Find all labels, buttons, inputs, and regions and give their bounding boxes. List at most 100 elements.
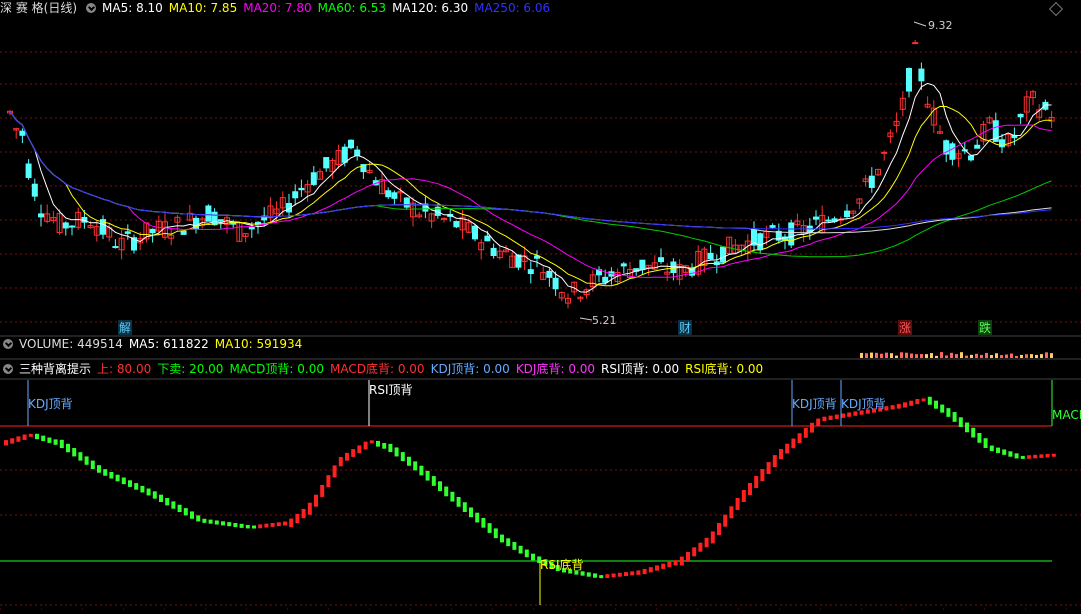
- ma250-line: [9, 111, 1052, 230]
- candle-body: [813, 216, 819, 220]
- indicator-bar: [834, 414, 839, 419]
- indicator-bar: [190, 511, 194, 519]
- indicator-bar: [307, 502, 312, 515]
- indicator-bar: [500, 534, 504, 543]
- volume-bar: [1040, 354, 1043, 358]
- indicator-bar: [989, 445, 994, 452]
- candle-body: [323, 157, 330, 169]
- stock-chart-canvas[interactable]: 9.32 5.21 解 财 涨 跌 KDJ顶背 RSI顶背 KDJ顶背 KDJ顶背 MACD RSI底…: [0, 0, 1081, 614]
- indicator-bar: [72, 448, 77, 457]
- ma5-line: [9, 82, 1052, 293]
- indicator-bar: [648, 567, 653, 573]
- candle-body: [217, 219, 224, 222]
- volume-bar: [925, 354, 928, 358]
- indicator-bar: [431, 476, 436, 486]
- volume-bar: [910, 353, 913, 358]
- volume-bar: [980, 354, 983, 358]
- indicator-bar: [264, 523, 269, 528]
- volume-bar: [935, 355, 938, 358]
- indicator-bar: [97, 465, 101, 473]
- candle-body: [310, 172, 317, 185]
- indicator-bar: [667, 561, 672, 568]
- candle-body: [62, 222, 69, 229]
- indicator-bar: [518, 545, 523, 554]
- indicator-bar: [400, 452, 405, 462]
- volume-bar: [1010, 353, 1013, 358]
- candle-body: [881, 151, 888, 154]
- indicator-bar: [369, 440, 374, 444]
- indicator-bar: [41, 435, 46, 442]
- indicator-bar: [183, 508, 188, 516]
- volume-bar: [955, 354, 958, 358]
- indicator-bar: [692, 547, 697, 557]
- indicator-bar: [332, 465, 337, 478]
- indicator-bar: [388, 443, 393, 453]
- indicator-bar: [729, 506, 734, 519]
- candle-body: [354, 149, 361, 156]
- candle-body: [1042, 101, 1049, 110]
- candle-body: [472, 225, 478, 240]
- indicator-bar: [679, 556, 684, 566]
- volume-bar: [970, 354, 973, 358]
- candle-body: [25, 163, 32, 178]
- indicator-bar: [320, 484, 325, 497]
- candle-body: [912, 42, 919, 45]
- indicator-bar: [233, 522, 238, 528]
- volume-bar: [865, 353, 868, 358]
- indicator-bar: [289, 518, 294, 528]
- indicator-bar: [159, 494, 163, 503]
- volume-bar: [860, 352, 863, 358]
- indicator-bar: [952, 412, 957, 422]
- indicator-bar: [847, 412, 852, 417]
- volume-bar: [1045, 352, 1048, 358]
- indicator-bar: [704, 537, 709, 548]
- indicator-bar: [363, 441, 368, 450]
- volume-bar: [975, 353, 978, 358]
- candle-body: [844, 210, 850, 218]
- ma120-line: [9, 111, 1052, 234]
- indicator-bar: [841, 413, 845, 418]
- indicator-bar: [462, 502, 467, 512]
- kdj-top-signal-label: KDJ顶背: [28, 397, 73, 411]
- candle-body: [31, 183, 38, 197]
- indicator-bar: [109, 471, 114, 479]
- indicator-bar: [258, 524, 263, 529]
- indicator-bar: [1027, 455, 1031, 459]
- indicator-bar: [10, 438, 15, 444]
- indicator-bar: [295, 513, 300, 524]
- low-price-pointer: [579, 317, 593, 321]
- event-marker-2: 涨: [899, 320, 911, 335]
- candle-body: [211, 211, 218, 226]
- volume-bar: [875, 352, 878, 358]
- indicator-bar: [1008, 451, 1013, 457]
- candle-body: [769, 225, 776, 228]
- candle-body: [292, 191, 299, 199]
- indicator-bar: [661, 563, 666, 569]
- candle-body: [19, 130, 26, 136]
- indicator-bar: [896, 403, 901, 409]
- volume-bar: [905, 352, 908, 358]
- indicator-bar: [524, 549, 529, 558]
- indicator-bar: [171, 501, 176, 509]
- indicator-bar: [741, 489, 746, 502]
- indicator-bar: [642, 568, 647, 575]
- candle-body: [757, 233, 764, 251]
- indicator-bar: [90, 460, 95, 469]
- indicator-bar: [710, 531, 715, 544]
- indicator-bar: [425, 470, 430, 481]
- indicator-bar: [909, 400, 914, 406]
- candle-body: [527, 269, 534, 274]
- indicator-bar: [748, 483, 752, 495]
- indicator-bar: [487, 523, 492, 533]
- candle-body: [69, 225, 75, 228]
- indicator-bar: [785, 443, 790, 454]
- volume-bar: [890, 353, 893, 358]
- indicator-bar: [481, 517, 486, 528]
- indicator-bar: [890, 405, 895, 410]
- indicator-bar: [921, 398, 926, 402]
- indicator-bar: [977, 432, 982, 443]
- indicator-bar: [214, 520, 219, 525]
- indicator-bar: [605, 574, 610, 579]
- rsi-bottom-signal-label: RSI底背: [540, 557, 584, 572]
- indicator-bar: [227, 522, 232, 527]
